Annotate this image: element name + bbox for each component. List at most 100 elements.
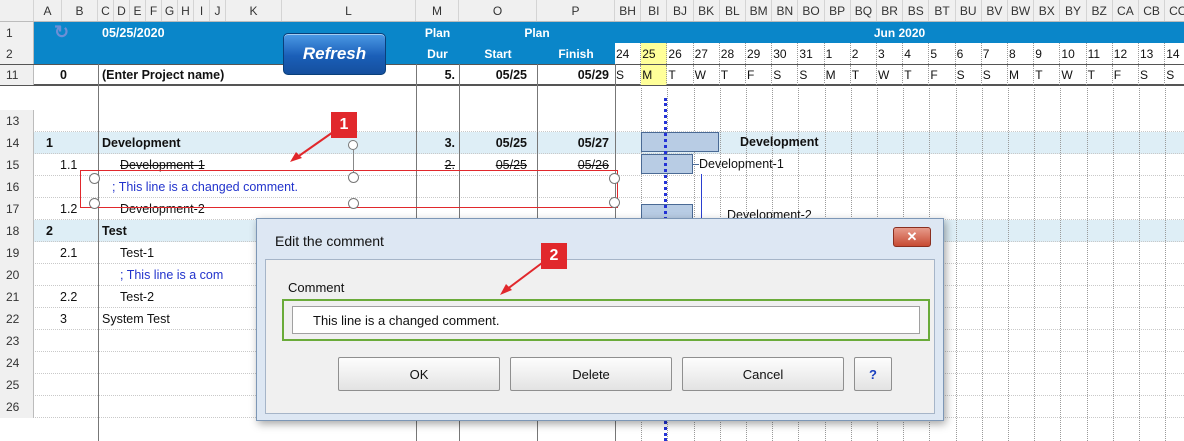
row-number[interactable]: 14: [0, 132, 34, 154]
ok-button[interactable]: OK: [338, 357, 500, 391]
column-header[interactable]: C: [98, 0, 114, 21]
callout-arrow: [500, 259, 547, 295]
gantt-dependency-line: [701, 174, 702, 218]
weekday-cell: T: [851, 65, 877, 85]
weekday-cell: S: [772, 65, 799, 85]
column-header[interactable]: O: [459, 0, 537, 21]
row-number[interactable]: 20: [0, 264, 34, 286]
gantt-bar-development[interactable]: [641, 132, 719, 152]
column-header[interactable]: A: [34, 0, 62, 21]
row-number[interactable]: 21: [0, 286, 34, 308]
column-header[interactable]: BW: [1008, 0, 1035, 21]
cancel-button[interactable]: Cancel: [682, 357, 844, 391]
column-header[interactable]: CC: [1165, 0, 1184, 21]
row-number[interactable]: 11: [0, 65, 34, 85]
row-number[interactable]: 25: [0, 374, 34, 396]
column-header[interactable]: BV: [982, 0, 1008, 21]
column-header[interactable]: BZ: [1087, 0, 1113, 21]
spreadsheet: A B C D E F G H I J K L M O P BH BI BJ BK BL…: [0, 0, 1184, 441]
date-cell: 7: [982, 43, 1008, 64]
resize-handle[interactable]: [348, 172, 359, 183]
row-number[interactable]: 22: [0, 308, 34, 330]
column-header[interactable]: F: [146, 0, 162, 21]
column-header[interactable]: BP: [825, 0, 851, 21]
weekday-cell: T: [903, 65, 930, 85]
task-id[interactable]: 2.2: [34, 286, 98, 307]
column-header[interactable]: BY: [1060, 0, 1087, 21]
resize-handle[interactable]: [89, 173, 100, 184]
row-number[interactable]: 26: [0, 396, 34, 418]
dialog-body: Comment OK Delete Cancel ?: [265, 259, 935, 414]
row-number[interactable]: 1: [0, 22, 34, 43]
date-cell: 14: [1165, 43, 1184, 64]
column-header[interactable]: M: [416, 0, 459, 21]
row-number[interactable]: 19: [0, 242, 34, 264]
column-header[interactable]: K: [226, 0, 282, 21]
column-header[interactable]: E: [130, 0, 146, 21]
task-start[interactable]: 05/25: [459, 132, 537, 153]
column-header[interactable]: BS: [903, 0, 930, 21]
task-finish[interactable]: 05/29: [537, 65, 615, 84]
column-header[interactable]: P: [537, 0, 615, 21]
column-header[interactable]: L: [282, 0, 416, 21]
column-header[interactable]: BQ: [851, 0, 877, 21]
column-header[interactable]: BJ: [667, 0, 694, 21]
date-cell: 30: [772, 43, 799, 64]
task-start[interactable]: 05/25: [459, 65, 537, 84]
column-header[interactable]: BL: [720, 0, 746, 21]
column-header[interactable]: BX: [1034, 0, 1061, 21]
row-number[interactable]: 17: [0, 198, 34, 220]
column-header[interactable]: G: [162, 0, 178, 21]
refresh-button[interactable]: Refresh: [283, 33, 386, 75]
column-header[interactable]: BH: [615, 0, 642, 21]
column-header[interactable]: BO: [798, 0, 825, 21]
delete-button[interactable]: Delete: [510, 357, 672, 391]
close-icon[interactable]: ✕: [893, 227, 931, 247]
task-id[interactable]: 1: [34, 132, 98, 153]
gantt-bar-development-1[interactable]: [641, 154, 693, 174]
resize-handle[interactable]: [89, 198, 100, 209]
weekday-cell: T: [1034, 65, 1061, 85]
column-header[interactable]: J: [210, 0, 226, 21]
column-header[interactable]: BI: [641, 0, 668, 21]
column-header[interactable]: BN: [772, 0, 799, 21]
column-header[interactable]: BM: [746, 0, 773, 21]
column-header[interactable]: H: [178, 0, 194, 21]
resize-handle[interactable]: [609, 197, 620, 208]
date-cell: 25: [641, 43, 668, 64]
task-duration[interactable]: 5.: [416, 65, 459, 84]
row-number[interactable]: 23: [0, 330, 34, 352]
column-header[interactable]: CA: [1113, 0, 1139, 21]
date-cell: 8: [1008, 43, 1035, 64]
column-header[interactable]: CB: [1139, 0, 1166, 21]
task-finish[interactable]: 05/27: [537, 132, 615, 153]
task-id[interactable]: 2.1: [34, 242, 98, 263]
row-number[interactable]: 2: [0, 43, 34, 64]
resize-handle[interactable]: [609, 173, 620, 184]
help-button[interactable]: ?: [854, 357, 892, 391]
date-cell: 5: [929, 43, 956, 64]
column-header[interactable]: B: [62, 0, 98, 21]
start-header: Start: [459, 43, 537, 64]
row-number[interactable]: 16: [0, 176, 34, 198]
column-header[interactable]: BT: [929, 0, 956, 21]
column-header[interactable]: BR: [877, 0, 904, 21]
task-name[interactable]: Development: [98, 132, 416, 153]
comment-input[interactable]: [292, 306, 920, 334]
task-id[interactable]: 3: [34, 308, 98, 329]
task-duration[interactable]: 3.: [416, 132, 459, 153]
resize-handle[interactable]: [348, 198, 359, 209]
column-header[interactable]: D: [114, 0, 130, 21]
row-number[interactable]: 15: [0, 154, 34, 176]
task-id[interactable]: 0: [34, 65, 98, 84]
task-id[interactable]: 2: [34, 220, 98, 241]
row-number[interactable]: 18: [0, 220, 34, 242]
row-number[interactable]: 24: [0, 352, 34, 374]
gantt-day-divider: [1008, 88, 1009, 441]
date-cell: 28: [720, 43, 746, 64]
column-header[interactable]: BK: [694, 0, 720, 21]
column-header[interactable]: BU: [956, 0, 982, 21]
row-number[interactable]: 13: [0, 110, 34, 132]
select-all-corner[interactable]: [0, 0, 34, 21]
column-header[interactable]: I: [194, 0, 210, 21]
